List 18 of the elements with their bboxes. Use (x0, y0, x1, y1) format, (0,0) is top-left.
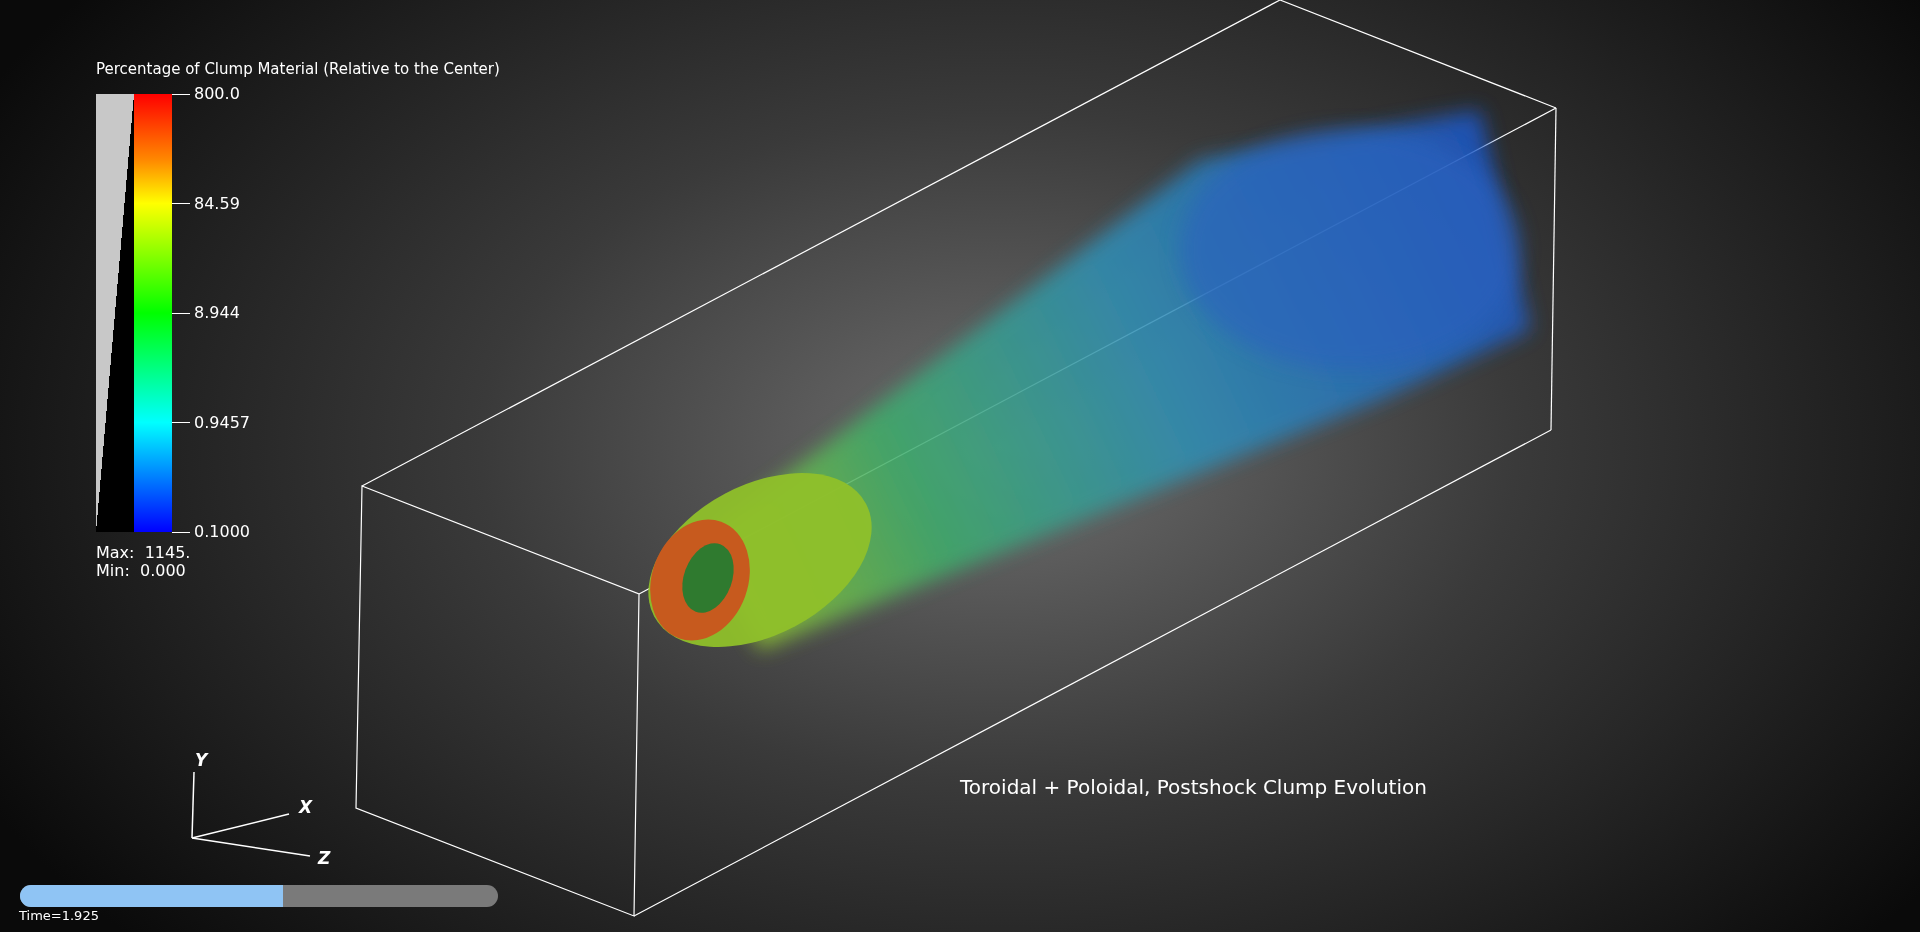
legend-tick-label: 84.59 (194, 193, 240, 214)
legend-tick-label: 0.1000 (194, 522, 250, 542)
legend-max: Max: 1145. (96, 543, 191, 563)
axis-label: Z (318, 847, 331, 870)
tick-mark (172, 422, 190, 423)
tick-mark (172, 203, 190, 204)
caption: Toroidal + Poloidal, Postshock Clump Evolution (960, 774, 1427, 801)
tick-mark (172, 93, 190, 95)
axis-label: Y (195, 749, 208, 772)
legend-tick-label: 800.0 (194, 84, 240, 104)
tick-mark (172, 312, 190, 314)
legend-min: Min: 0.000 (96, 561, 186, 581)
legend-tick-label: 8.944 (194, 303, 240, 323)
legend-title: Percentage of Clump Material (Relative to the Center) (96, 59, 500, 80)
tick-mark (172, 531, 190, 533)
legend-tick-label: 0.9457 (194, 412, 250, 433)
axis-label: X (299, 796, 313, 819)
time-label: Time=1.925 (19, 908, 99, 924)
